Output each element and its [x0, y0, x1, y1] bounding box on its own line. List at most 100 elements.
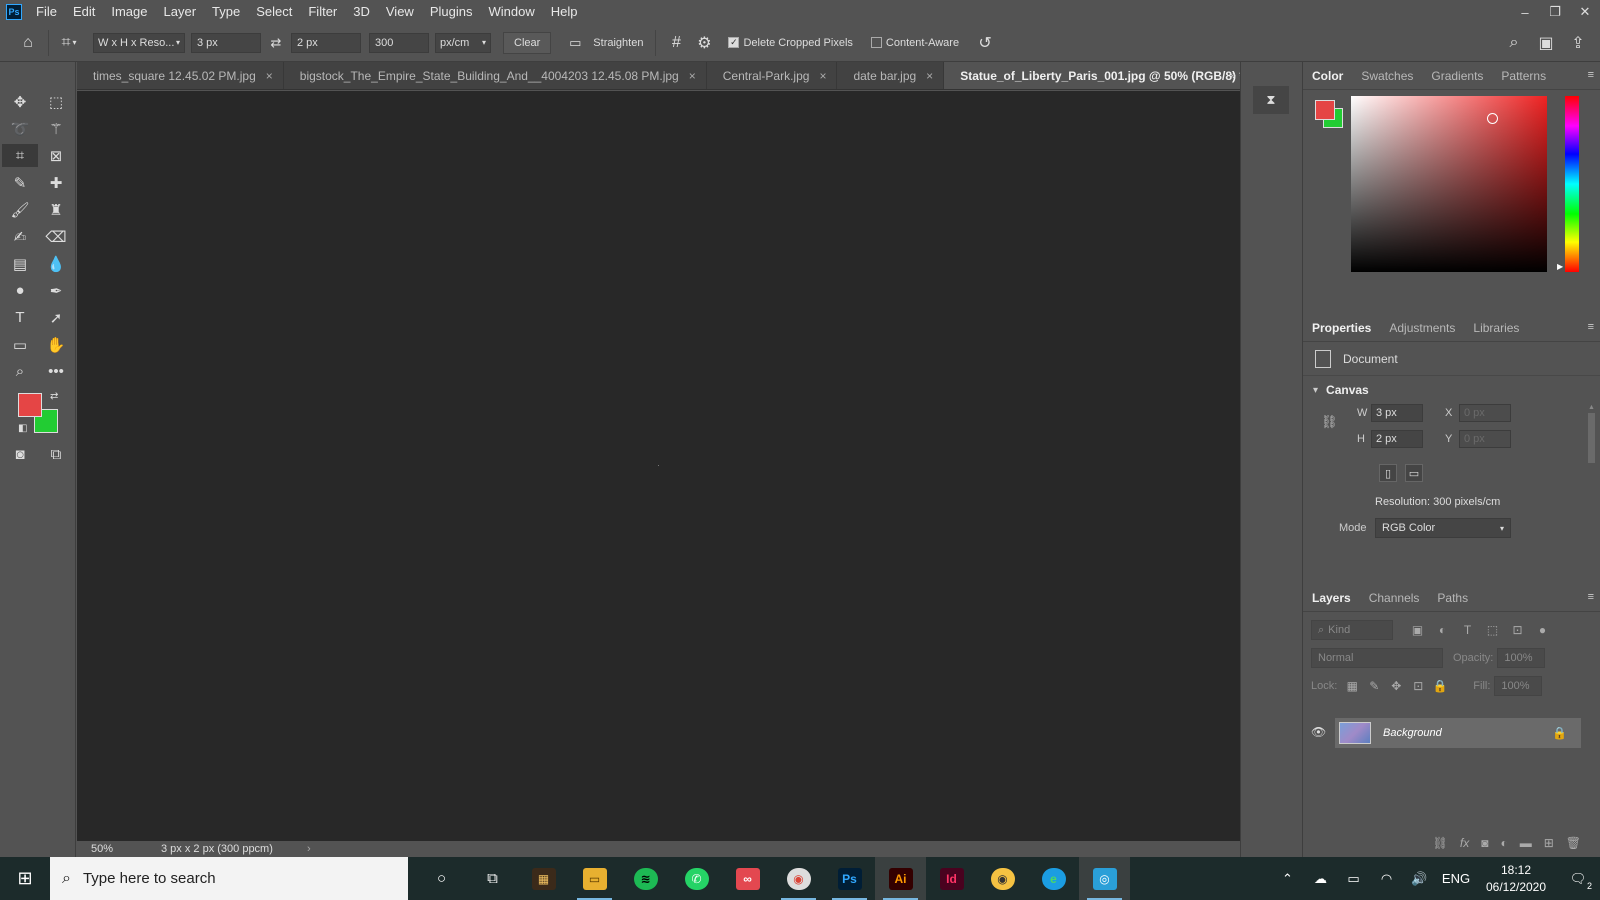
chevron-down-icon[interactable]: ▾ — [1313, 385, 1318, 396]
type-tool-icon[interactable]: T — [2, 306, 38, 329]
language-indicator[interactable]: ENG — [1436, 871, 1476, 886]
canvas-y-input[interactable]: 0 px — [1459, 430, 1511, 448]
fill-input[interactable]: 100% — [1494, 676, 1543, 696]
resolution-unit-select[interactable]: px/cm ▾ — [435, 32, 491, 53]
menu-type[interactable]: Type — [204, 0, 248, 24]
tab-central-park[interactable]: Central-Park.jpg × — [707, 62, 838, 89]
panel-menu-icon[interactable]: ≡ — [1588, 69, 1594, 81]
crop-ratio-select[interactable]: W x H x Reso... ▾ — [93, 32, 185, 53]
close-icon[interactable]: × — [689, 69, 696, 83]
gradient-tool-icon[interactable]: ▤ — [2, 252, 38, 275]
restore-button[interactable]: ❐ — [1540, 0, 1570, 24]
wifi-icon[interactable]: ◠ — [1370, 871, 1403, 887]
menu-image[interactable]: Image — [103, 0, 155, 24]
color-picker-marker[interactable] — [1487, 113, 1498, 124]
overlay-grid-icon[interactable]: # — [662, 29, 690, 57]
lock-artboard-icon[interactable]: ⊡ — [1407, 679, 1429, 693]
tab-color[interactable]: Color — [1303, 62, 1352, 90]
filter-toggle-icon[interactable]: ● — [1530, 623, 1555, 637]
menu-window[interactable]: Window — [480, 0, 542, 24]
color-mode-select[interactable]: RGB Color ▾ — [1375, 518, 1511, 538]
clock[interactable]: 18:12 06/12/2020 — [1476, 862, 1556, 896]
settings-gear-icon[interactable]: ⚙ — [690, 29, 718, 57]
frame-tool-icon[interactable]: ⊠ — [38, 144, 74, 167]
home-icon[interactable]: ⌂ — [14, 29, 42, 57]
tab-adjustments[interactable]: Adjustments — [1380, 314, 1464, 342]
move-tool-icon[interactable]: ✥ — [2, 90, 38, 113]
panel-menu-icon[interactable]: ≡ — [1588, 321, 1594, 333]
menu-select[interactable]: Select — [248, 0, 300, 24]
add-mask-icon[interactable]: ◙ — [1481, 836, 1488, 850]
menu-3d[interactable]: 3D — [345, 0, 378, 24]
more-tools-icon[interactable]: ••• — [38, 360, 74, 383]
opacity-input[interactable]: 100% — [1497, 648, 1546, 668]
rectangle-tool-icon[interactable]: ▭ — [2, 333, 38, 356]
tab-date-bar[interactable]: date bar.jpg × — [837, 62, 945, 89]
clear-button[interactable]: Clear — [503, 31, 552, 54]
tab-statue-of-liberty[interactable]: Statue_of_Liberty_Paris_001.jpg @ 50% (R… — [944, 62, 1273, 89]
close-button[interactable]: ✕ — [1570, 0, 1600, 24]
zoom-tool-icon[interactable]: ⌕ — [2, 360, 38, 383]
layer-visibility-eye-icon[interactable]: 👁 — [1311, 725, 1326, 739]
tab-layers[interactable]: Layers — [1303, 584, 1360, 612]
close-icon[interactable]: × — [819, 69, 826, 83]
taskbar-search-box[interactable]: ⌕ Type here to search — [50, 857, 408, 900]
swap-dimensions-icon[interactable]: ⇄ — [261, 29, 291, 57]
chrome-icon[interactable]: ◉ — [773, 857, 824, 900]
notification-center-icon[interactable]: 🗨 2 — [1556, 871, 1600, 891]
canvas-height-input[interactable]: 2 px — [1371, 430, 1423, 448]
canvas-section-header[interactable]: ▾ Canvas — [1303, 376, 1600, 404]
delete-layer-trash-icon[interactable]: 🗑 — [1566, 836, 1581, 850]
link-layers-icon[interactable]: ⛓ — [1433, 836, 1448, 850]
crop-width-input[interactable]: 3 px — [191, 32, 261, 53]
layer-lock-icon[interactable]: 🔒 — [1552, 726, 1567, 740]
tab-empire-state[interactable]: bigstock_The_Empire_State_Building_And__… — [284, 62, 707, 89]
pen-tool-icon[interactable]: ✒ — [38, 279, 74, 302]
content-aware-checkbox[interactable] — [870, 37, 882, 48]
scrollbar-thumb[interactable] — [1588, 413, 1595, 463]
menu-edit[interactable]: Edit — [65, 0, 103, 24]
healing-brush-tool-icon[interactable]: ✚ — [38, 171, 74, 194]
lasso-tool-icon[interactable]: ➰ — [2, 117, 38, 140]
hue-slider-marker[interactable]: ▶ — [1557, 262, 1563, 271]
tab-patterns[interactable]: Patterns — [1492, 62, 1555, 90]
cortana-icon[interactable]: ○ — [416, 857, 467, 900]
cloud-sync-icon[interactable]: ☁ — [1304, 871, 1337, 887]
task-view-icon[interactable]: ⧉ — [467, 857, 518, 900]
adjustment-filter-icon[interactable]: ◐ — [1430, 623, 1455, 637]
photoshop-taskbar-icon[interactable]: Ps — [824, 857, 875, 900]
tab-libraries[interactable]: Libraries — [1464, 314, 1528, 342]
crop-resolution-input[interactable]: 300 — [369, 32, 429, 53]
battery-icon[interactable]: ▭ — [1337, 871, 1370, 887]
crop-tool-icon[interactable]: ⌗ — [2, 144, 38, 167]
menu-plugins[interactable]: Plugins — [422, 0, 481, 24]
lock-transparency-icon[interactable]: ▦ — [1341, 679, 1363, 693]
history-brush-tool-icon[interactable]: ✍ — [2, 225, 38, 248]
shape-filter-icon[interactable]: ⬚ — [1480, 623, 1505, 637]
windows-start-icon[interactable]: ⊞ — [0, 857, 50, 900]
path-selection-tool-icon[interactable]: ➚ — [38, 306, 74, 329]
panel-menu-icon[interactable]: ≡ — [1588, 591, 1594, 603]
menu-file[interactable]: File — [28, 0, 65, 24]
tab-times-square[interactable]: times_square 12.45.02 PM.jpg × — [77, 62, 284, 89]
share-icon[interactable]: ⇪ — [1564, 29, 1592, 57]
swap-colors-icon[interactable]: ⇄ — [50, 391, 58, 402]
tab-properties[interactable]: Properties — [1303, 314, 1380, 342]
pixel-filter-icon[interactable]: ▣ — [1405, 623, 1430, 637]
marquee-tool-icon[interactable]: ⬚ — [38, 90, 74, 113]
default-colors-icon[interactable]: ◧ — [18, 423, 27, 434]
reset-icon[interactable]: ↺ — [971, 29, 999, 57]
lock-position-icon[interactable]: ✥ — [1385, 679, 1407, 693]
layer-kind-filter[interactable]: ⌕ Kind — [1311, 620, 1393, 640]
tab-paths[interactable]: Paths — [1428, 584, 1477, 612]
hue-slider[interactable] — [1565, 96, 1579, 272]
smart-object-filter-icon[interactable]: ⊡ — [1505, 623, 1530, 637]
hand-tool-icon[interactable]: ✋ — [38, 333, 74, 356]
magic-wand-tool-icon[interactable]: ⚚ — [38, 117, 74, 140]
crop-height-input[interactable]: 2 px — [291, 32, 361, 53]
creative-cloud-icon[interactable]: ∞ — [722, 857, 773, 900]
new-layer-icon[interactable]: ⊞ — [1544, 836, 1554, 850]
close-icon[interactable]: × — [266, 69, 273, 83]
document-canvas[interactable] — [77, 91, 1240, 841]
link-dimensions-icon[interactable]: ⛓ — [1321, 414, 1338, 430]
